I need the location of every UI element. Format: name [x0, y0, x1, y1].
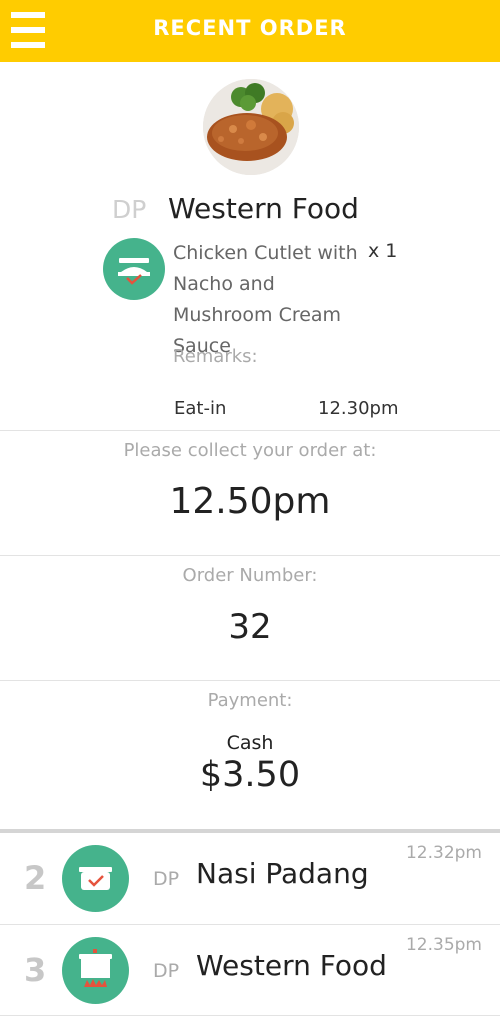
page-title: RECENT ORDER: [153, 16, 347, 40]
dine-type: Eat-in: [174, 398, 227, 419]
divider: [0, 555, 500, 556]
stall-name: Western Food: [168, 192, 359, 225]
divider: [0, 430, 500, 431]
remarks-label: Remarks:: [173, 346, 258, 367]
queue-number: 2: [24, 859, 47, 897]
payment-method: Cash: [226, 732, 274, 754]
queue-item[interactable]: 3 DP Western Food 12.35pm: [0, 925, 500, 1015]
order-item-quantity: x 1: [368, 240, 398, 262]
food-photo: [203, 79, 299, 175]
collect-label: Please collect your order at:: [123, 440, 377, 461]
order-time: 12.30pm: [318, 398, 399, 419]
order-number-label: Order Number:: [182, 565, 318, 586]
order-number-value: 32: [228, 607, 272, 647]
queue-time: 12.32pm: [405, 843, 482, 863]
payment-amount: $3.50: [199, 755, 301, 795]
payment-label: Payment:: [207, 690, 293, 711]
divider: [0, 1015, 500, 1016]
serving-dish-check-icon: [103, 238, 165, 300]
queue-stall-name: Nasi Padang: [196, 857, 369, 890]
stall-code: DP: [112, 195, 147, 224]
cooking-pot-icon: [62, 937, 129, 1004]
queue-stall-name: Western Food: [196, 949, 387, 982]
queue-stall-code: DP: [153, 868, 180, 890]
queue-number: 3: [24, 951, 47, 989]
divider: [0, 680, 500, 681]
top-bar: RECENT ORDER: [0, 0, 500, 62]
ready-dish-check-icon: [62, 845, 129, 912]
queue-item[interactable]: 2 DP Nasi Padang 12.32pm: [0, 833, 500, 923]
queue-stall-code: DP: [153, 960, 180, 982]
queue-time: 12.35pm: [405, 935, 482, 955]
collect-time: 12.50pm: [169, 481, 331, 522]
order-item-name: Chicken Cutlet with Nacho and Mushroom C…: [173, 242, 358, 357]
